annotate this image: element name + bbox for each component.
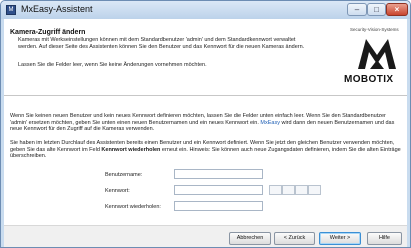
repeat-password-field[interactable]	[174, 201, 263, 211]
back-button[interactable]: < Zurück	[274, 232, 315, 245]
emphasis-text: Kennwort wiederholen	[101, 146, 161, 153]
brand-tagline: Security-Vision-Systems	[350, 27, 399, 32]
wizard-window: M MxEasy-Assistent – □ × Kamera-Zugriff …	[0, 0, 411, 248]
strength-segment	[295, 185, 308, 195]
page-description: Kameras mit Werkseinstellungen können mi…	[18, 37, 305, 50]
close-button[interactable]: ×	[386, 3, 408, 16]
button-bar: Abbrechen < Zurück Weiter > Hilfe	[4, 225, 407, 247]
instructions-paragraph-1: Wenn Sie keinen neuen Benutzer und kein …	[10, 113, 404, 133]
wizard-client-area: Kamera-Zugriff ändern Kameras mit Werkse…	[4, 19, 407, 247]
page-hint: Lassen Sie die Felder leer, wenn Sie kei…	[18, 62, 207, 68]
window-title: MxEasy-Assistent	[21, 4, 93, 14]
strength-segment	[308, 185, 321, 195]
title-bar[interactable]: M MxEasy-Assistent – □ ×	[1, 1, 410, 19]
minimize-button[interactable]: –	[347, 3, 367, 16]
wizard-header: Kamera-Zugriff ändern Kameras mit Werkse…	[4, 19, 407, 96]
maximize-button[interactable]: □	[367, 3, 386, 16]
app-icon: M	[6, 5, 16, 15]
username-label: Benutzername:	[105, 172, 143, 178]
mxeasy-link[interactable]: MxEasy	[260, 120, 280, 126]
username-field[interactable]	[174, 169, 263, 179]
instructions-paragraph-2: Sie haben im letzten Durchlauf des Assis…	[10, 140, 404, 160]
password-label: Kennwort:	[105, 188, 130, 194]
strength-segment	[269, 185, 282, 195]
next-button[interactable]: Weiter >	[319, 232, 361, 245]
help-button[interactable]: Hilfe	[367, 232, 402, 245]
brand-name: MOBOTIX	[344, 74, 394, 85]
cancel-button[interactable]: Abbrechen	[229, 232, 271, 245]
mobotix-logo-icon	[358, 39, 396, 69]
page-title: Kamera-Zugriff ändern	[10, 29, 86, 36]
strength-segment	[282, 185, 295, 195]
password-field[interactable]	[174, 185, 263, 195]
repeat-password-label: Kennwort wiederholen:	[105, 204, 161, 210]
